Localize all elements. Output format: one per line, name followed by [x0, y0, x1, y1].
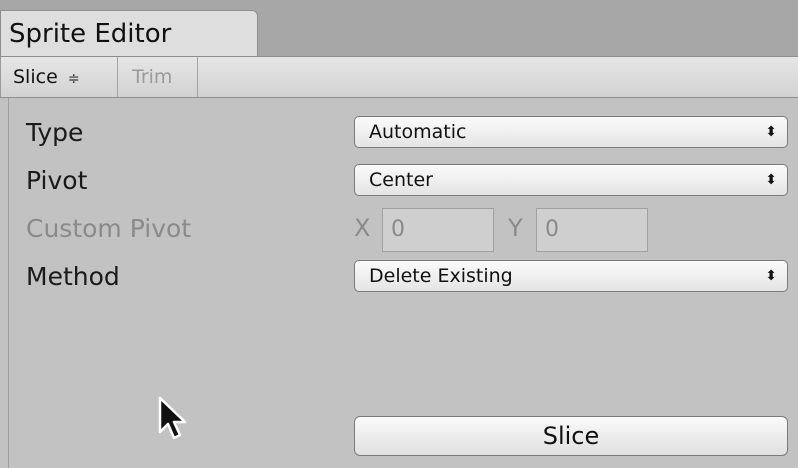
toolbar: Slice ≑ Trim — [0, 56, 798, 98]
custom-pivot-x-value: 0 — [391, 217, 405, 242]
pivot-dropdown[interactable]: Center ⬍ — [354, 164, 788, 196]
type-dropdown[interactable]: Automatic ⬍ — [354, 116, 788, 148]
dropdown-arrows-icon: ⬍ — [765, 268, 777, 284]
slice-menu-button[interactable]: Slice ≑ — [0, 57, 118, 97]
slice-menu-label: Slice — [13, 66, 58, 88]
dropdown-arrows-icon: ⬍ — [765, 172, 777, 188]
panel-divider — [8, 98, 9, 468]
custom-pivot-label: Custom Pivot — [26, 214, 192, 243]
dropdown-arrows-icon: ⬍ — [765, 124, 777, 140]
custom-pivot-x-field[interactable]: 0 — [382, 208, 494, 252]
trim-button[interactable]: Trim — [118, 57, 198, 97]
custom-pivot-y-field[interactable]: 0 — [536, 208, 648, 252]
custom-pivot-x-label: X — [354, 214, 371, 242]
method-label: Method — [26, 262, 120, 291]
updown-arrows-icon: ≑ — [67, 71, 80, 87]
method-dropdown[interactable]: Delete Existing ⬍ — [354, 260, 788, 292]
type-dropdown-value: Automatic — [369, 121, 467, 143]
pivot-label: Pivot — [26, 166, 88, 195]
mouse-pointer-icon — [158, 396, 187, 440]
pivot-dropdown-value: Center — [369, 169, 433, 191]
slice-button[interactable]: Slice — [354, 416, 788, 456]
slice-button-label: Slice — [542, 422, 600, 450]
tab-sprite-editor[interactable]: Sprite Editor — [0, 10, 258, 56]
trim-label: Trim — [132, 66, 173, 88]
custom-pivot-y-value: 0 — [545, 217, 559, 242]
method-dropdown-value: Delete Existing — [369, 265, 513, 287]
type-label: Type — [26, 118, 84, 147]
sprite-editor-window: Sprite Editor Slice ≑ Trim Type Automati… — [0, 0, 798, 468]
tab-title: Sprite Editor — [9, 19, 172, 49]
tab-strip: Sprite Editor — [0, 0, 798, 56]
slice-settings-panel: Type Automatic ⬍ Pivot Center ⬍ Custom P… — [0, 98, 798, 468]
custom-pivot-y-label: Y — [508, 214, 523, 242]
